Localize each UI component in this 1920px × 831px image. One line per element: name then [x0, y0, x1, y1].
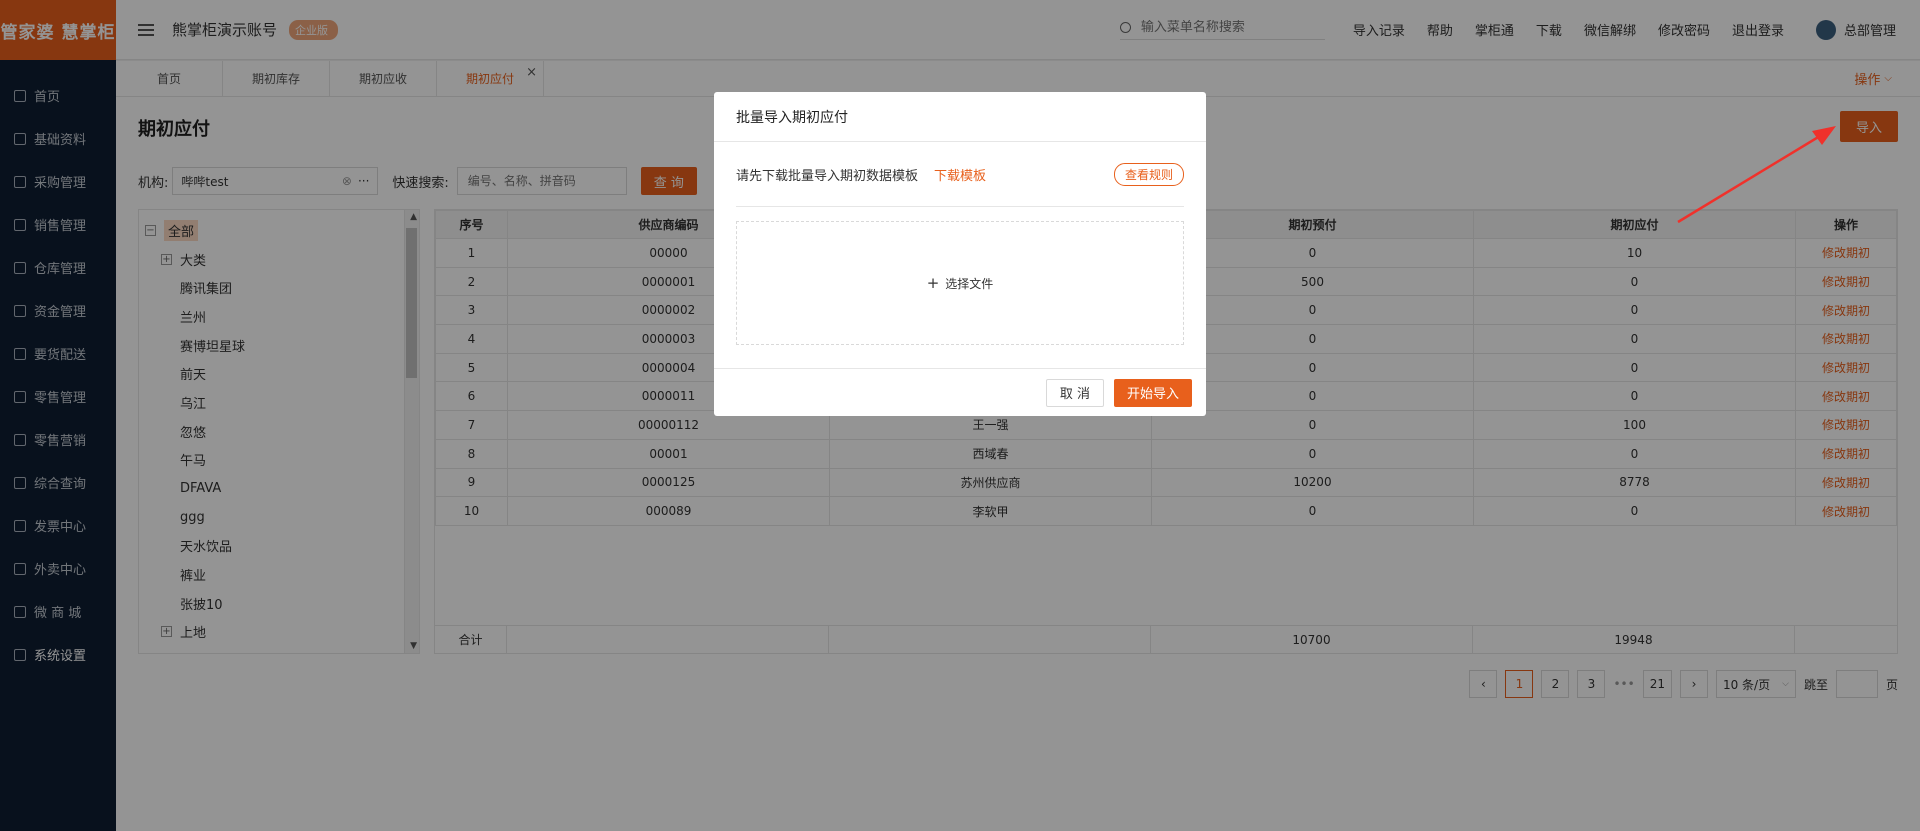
modal-tip-row: 请先下载批量导入期初数据模板 下载模板 查看规则 — [714, 142, 1206, 206]
start-import-button[interactable]: 开始导入 — [1114, 378, 1192, 407]
choose-file-label: 选择文件 — [945, 276, 994, 291]
file-drop-zone[interactable]: + 选择文件 — [736, 221, 1184, 345]
view-rules-button[interactable]: 查看规则 — [1113, 162, 1184, 186]
modal-footer: 取 消 开始导入 — [714, 368, 1206, 416]
cancel-button[interactable]: 取 消 — [1046, 378, 1104, 407]
download-template-link[interactable]: 下载模板 — [934, 165, 986, 184]
import-modal: 批量导入期初应付 请先下载批量导入期初数据模板 下载模板 查看规则 + 选择文件… — [714, 92, 1206, 416]
modal-title: 批量导入期初应付 — [714, 92, 1206, 142]
plus-icon: + — [926, 274, 940, 292]
modal-tip: 请先下载批量导入期初数据模板 — [736, 168, 919, 184]
